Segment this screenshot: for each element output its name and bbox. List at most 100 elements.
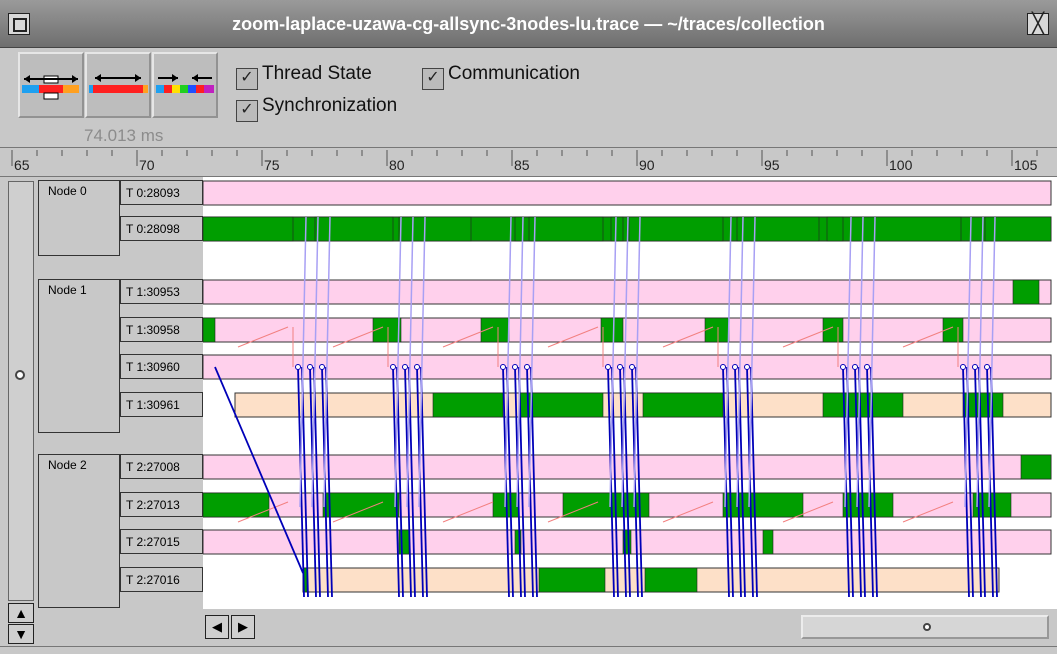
thread-label[interactable]: T 0:28098 <box>120 216 203 241</box>
message-endpoint <box>984 364 990 370</box>
message-endpoint <box>864 364 870 370</box>
node-label: Node 1 <box>38 279 120 433</box>
message-endpoint <box>390 364 396 370</box>
message-endpoint <box>720 364 726 370</box>
zoom-full-button[interactable] <box>18 52 84 118</box>
running-segment <box>202 317 216 343</box>
thread-label[interactable]: T 2:27016 <box>120 567 203 592</box>
time-span-label: 74.013 ms <box>84 126 164 145</box>
running-segment <box>610 216 624 242</box>
thread-label[interactable]: T 0:28093 <box>120 180 203 205</box>
running-segment <box>644 567 698 593</box>
running-segment <box>398 216 472 242</box>
running-segment <box>314 216 394 242</box>
running-segment <box>1020 454 1052 480</box>
message-endpoint <box>307 364 313 370</box>
vertical-scrollbar[interactable] <box>8 181 34 601</box>
status-bar <box>0 646 1057 654</box>
message-endpoint <box>960 364 966 370</box>
message-endpoint <box>605 364 611 370</box>
scroll-down-button[interactable]: ▼ <box>8 624 34 644</box>
running-segment <box>372 317 402 343</box>
thread-state-label: Thread State <box>262 63 372 84</box>
running-segment <box>514 216 524 242</box>
running-segment <box>1012 279 1040 305</box>
zoom-out-button[interactable] <box>152 52 218 118</box>
running-segment <box>704 317 730 343</box>
ruler-tick-label: 105 <box>1014 157 1038 173</box>
ruler-tick-label: 70 <box>139 157 155 173</box>
window-menu-button[interactable] <box>8 13 30 35</box>
grip-icon <box>923 623 931 631</box>
ruler-tick-label: 100 <box>889 157 913 173</box>
thread-label[interactable]: T 1:30961 <box>120 392 203 417</box>
running-segment <box>850 216 962 242</box>
running-segment <box>538 567 606 593</box>
message-endpoint <box>319 364 325 370</box>
running-segment <box>322 492 400 518</box>
thread-label[interactable]: T 2:27015 <box>120 529 203 554</box>
running-segment <box>600 317 624 343</box>
ruler-tick-label: 75 <box>264 157 280 173</box>
message-endpoint <box>852 364 858 370</box>
check-icon: ✓ <box>422 68 444 90</box>
ruler-tick-label: 80 <box>389 157 405 173</box>
synchronization-checkbox[interactable]: ✓ Synchronization <box>236 95 397 122</box>
thread-label[interactable]: T 2:27013 <box>120 492 203 517</box>
thread-label[interactable]: T 1:30958 <box>120 317 203 342</box>
zoom-full-icon <box>22 75 79 100</box>
message-endpoint <box>972 364 978 370</box>
message-endpoint <box>840 364 846 370</box>
trace-canvas <box>202 180 1052 598</box>
running-segment <box>826 216 844 242</box>
running-segment <box>432 392 504 418</box>
message-endpoint <box>524 364 530 370</box>
zoom-in-icon <box>89 74 148 93</box>
running-segment <box>528 216 604 242</box>
message-endpoint <box>295 364 301 370</box>
node-label: Node 2 <box>38 454 120 608</box>
message-endpoint <box>744 364 750 370</box>
scroll-up-button[interactable]: ▲ <box>8 603 34 623</box>
message-endpoint <box>512 364 518 370</box>
horizontal-scroll-thumb[interactable] <box>801 615 1049 639</box>
message-endpoint <box>402 364 408 370</box>
zoom-out-icon <box>156 74 214 93</box>
thread-state-bar <box>202 354 1052 380</box>
scroll-right-button[interactable]: ▶ <box>231 615 255 639</box>
scroll-thumb-icon[interactable] <box>15 370 25 380</box>
running-segment <box>762 529 774 555</box>
message-endpoint <box>414 364 420 370</box>
scroll-left-button[interactable]: ◀ <box>205 615 229 639</box>
trace-timeline[interactable] <box>202 177 1057 609</box>
thread-state-checkbox[interactable]: ✓ Thread State <box>236 63 372 90</box>
time-ruler: 65 70 75 80 85 90 95 100 105 <box>0 147 1057 177</box>
communication-label: Communication <box>448 63 580 84</box>
check-icon: ✓ <box>236 68 258 90</box>
running-segment <box>822 392 904 418</box>
window-title: zoom-laplace-uzawa-cg-allsync-3nodes-lu.… <box>232 14 825 34</box>
running-segment <box>642 392 724 418</box>
close-button[interactable]: ╳ <box>1027 13 1049 35</box>
thread-label[interactable]: T 1:30960 <box>120 354 203 379</box>
node-label: Node 0 <box>38 180 120 256</box>
ruler-tick-label: 95 <box>764 157 780 173</box>
running-segment <box>722 492 804 518</box>
running-segment <box>202 216 294 242</box>
thread-state-bar <box>202 180 1052 206</box>
ruler-tick-label: 85 <box>514 157 530 173</box>
message-endpoint <box>500 364 506 370</box>
ruler-ticks: 65 70 75 80 85 90 95 100 105 <box>11 150 1038 173</box>
message-endpoint <box>617 364 623 370</box>
running-segment <box>736 216 820 242</box>
ruler-tick-label: 90 <box>639 157 655 173</box>
message-endpoint <box>732 364 738 370</box>
thread-label[interactable]: T 1:30953 <box>120 279 203 304</box>
communication-checkbox[interactable]: ✓ Communication <box>422 63 580 90</box>
thread-label[interactable]: T 2:27008 <box>120 454 203 479</box>
ruler-tick-label: 65 <box>14 157 30 173</box>
running-segment <box>628 216 724 242</box>
check-icon: ✓ <box>236 100 258 122</box>
synchronization-label: Synchronization <box>262 95 398 116</box>
zoom-in-button[interactable] <box>85 52 151 118</box>
